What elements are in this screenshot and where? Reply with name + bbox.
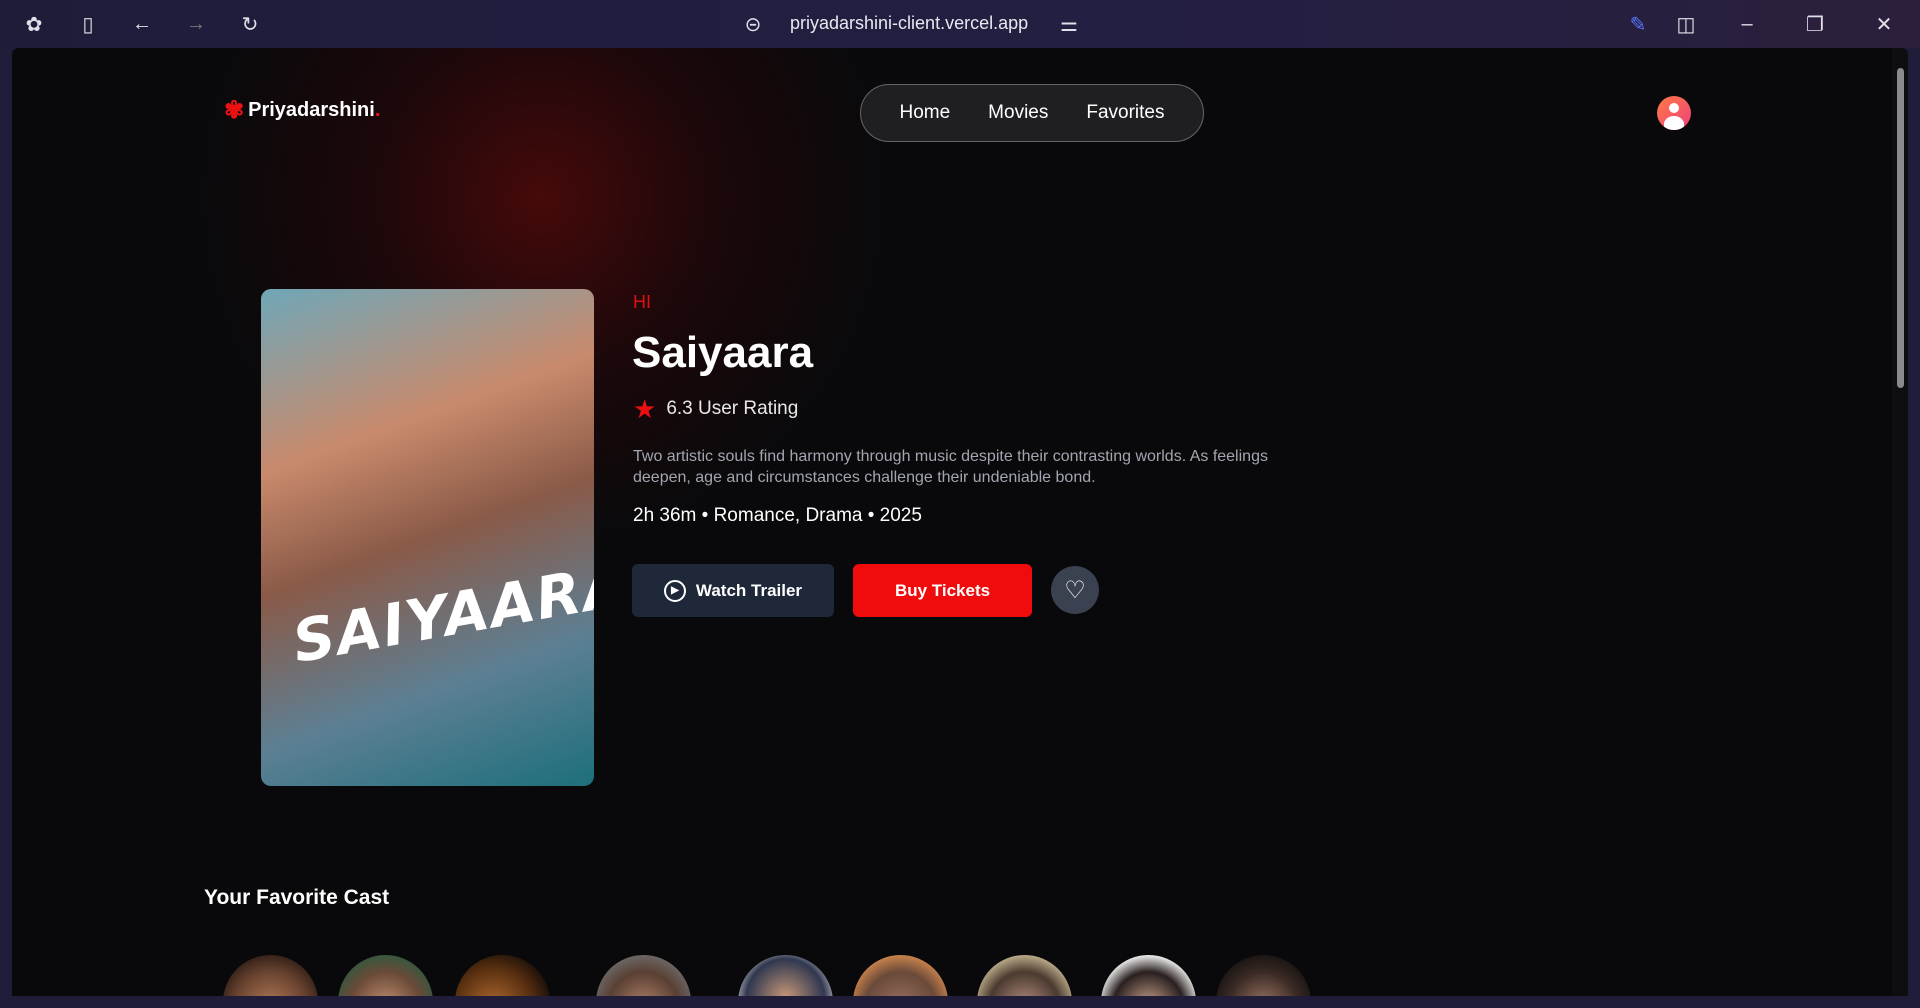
page-viewport: ✾ Priyadarshini. Home Movies Favorites S… (12, 48, 1908, 996)
movie-meta: 2h 36m • Romance, Drama • 2025 (633, 505, 922, 526)
watch-trailer-button[interactable]: ▶ Watch Trailer (632, 564, 834, 617)
cast-avatar[interactable] (1101, 955, 1196, 996)
scrollbar-thumb[interactable] (1897, 68, 1904, 388)
forward-icon[interactable]: → (184, 12, 208, 36)
language-badge: HI (633, 292, 651, 312)
site-settings-icon[interactable]: ⚌ (1057, 12, 1081, 36)
movie-poster: SAIYAARA (261, 289, 594, 786)
reload-icon[interactable]: ↻ (238, 12, 262, 36)
watch-trailer-label: Watch Trailer (695, 580, 803, 600)
cast-avatar[interactable] (977, 955, 1072, 996)
nav-home[interactable]: Home (899, 102, 950, 124)
cast-avatar[interactable] (455, 955, 550, 996)
logo-icon: ✾ (224, 97, 245, 124)
cast-avatar[interactable] (338, 955, 433, 996)
logo-dot: . (374, 99, 381, 121)
buy-tickets-label: Buy Tickets (894, 580, 991, 600)
user-avatar[interactable] (1657, 96, 1691, 130)
buy-tickets-button[interactable]: Buy Tickets (853, 564, 1032, 617)
favorite-button[interactable]: ♡ (1051, 566, 1099, 614)
back-icon[interactable]: ← (130, 12, 154, 36)
rating-text: 6.3 User Rating (666, 398, 799, 419)
split-view-icon[interactable]: ◫ (1674, 12, 1698, 36)
address-bar[interactable]: priyadarshini-client.vercel.app (790, 13, 1028, 34)
movie-rating: ★ 6.3 User Rating (633, 396, 798, 422)
logo-text: Priyadarshini (248, 99, 375, 121)
site-logo[interactable]: ✾ Priyadarshini. (224, 96, 380, 125)
star-icon: ★ (633, 394, 657, 424)
poster-title: SAIYAARA (287, 549, 594, 677)
movie-title: Saiyaara (632, 328, 814, 377)
sidebar-toggle-icon[interactable]: ▯ (76, 12, 100, 36)
browser-logo-icon[interactable]: ✿ (22, 12, 46, 36)
movie-description: Two artistic souls find harmony through … (633, 448, 1268, 486)
cast-avatar[interactable] (223, 955, 318, 996)
cast-section-title: Your Favorite Cast (204, 886, 390, 909)
main-nav: Home Movies Favorites (860, 84, 1204, 142)
nav-favorites[interactable]: Favorites (1086, 102, 1164, 124)
minimize-icon[interactable]: – (1735, 12, 1759, 36)
cast-avatar[interactable] (596, 955, 691, 996)
pen-icon[interactable]: ✎ (1626, 12, 1650, 36)
cast-avatar[interactable] (853, 955, 948, 996)
link-icon: ⊝ (744, 13, 762, 36)
restore-icon[interactable]: ❐ (1803, 12, 1827, 36)
page-scrollbar[interactable] (1892, 48, 1908, 996)
close-icon[interactable]: ✕ (1872, 12, 1896, 36)
cast-avatar[interactable] (738, 955, 833, 996)
nav-movies[interactable]: Movies (988, 102, 1048, 124)
play-icon: ▶ (663, 579, 686, 602)
browser-titlebar: ✿ ▯ ← → ↻ ⊝ priyadarshini-client.vercel.… (0, 0, 1920, 48)
cast-avatar[interactable] (1216, 955, 1311, 996)
heart-icon: ♡ (1064, 576, 1086, 604)
